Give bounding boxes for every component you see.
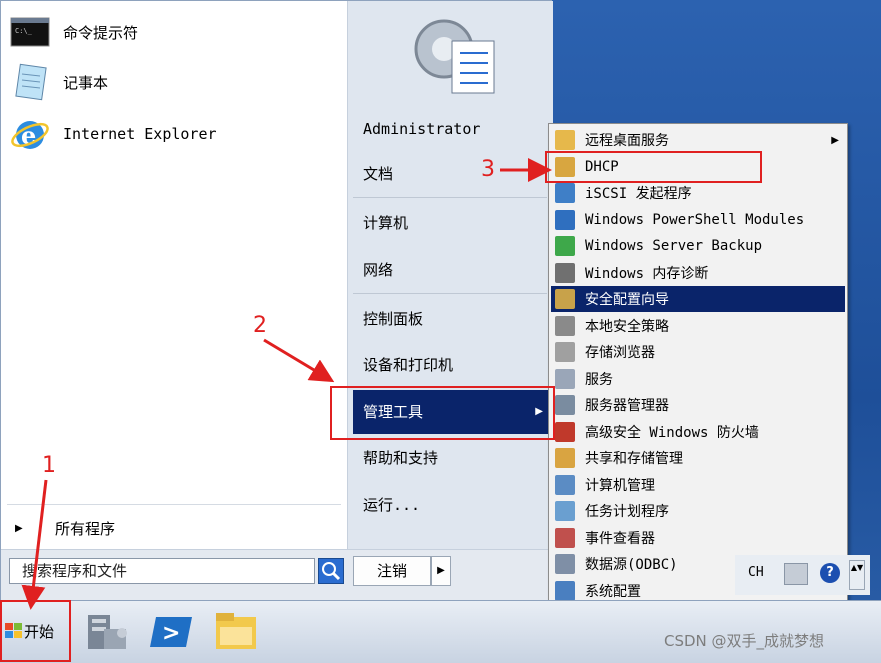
annotation-arrows [21,158,552,610]
